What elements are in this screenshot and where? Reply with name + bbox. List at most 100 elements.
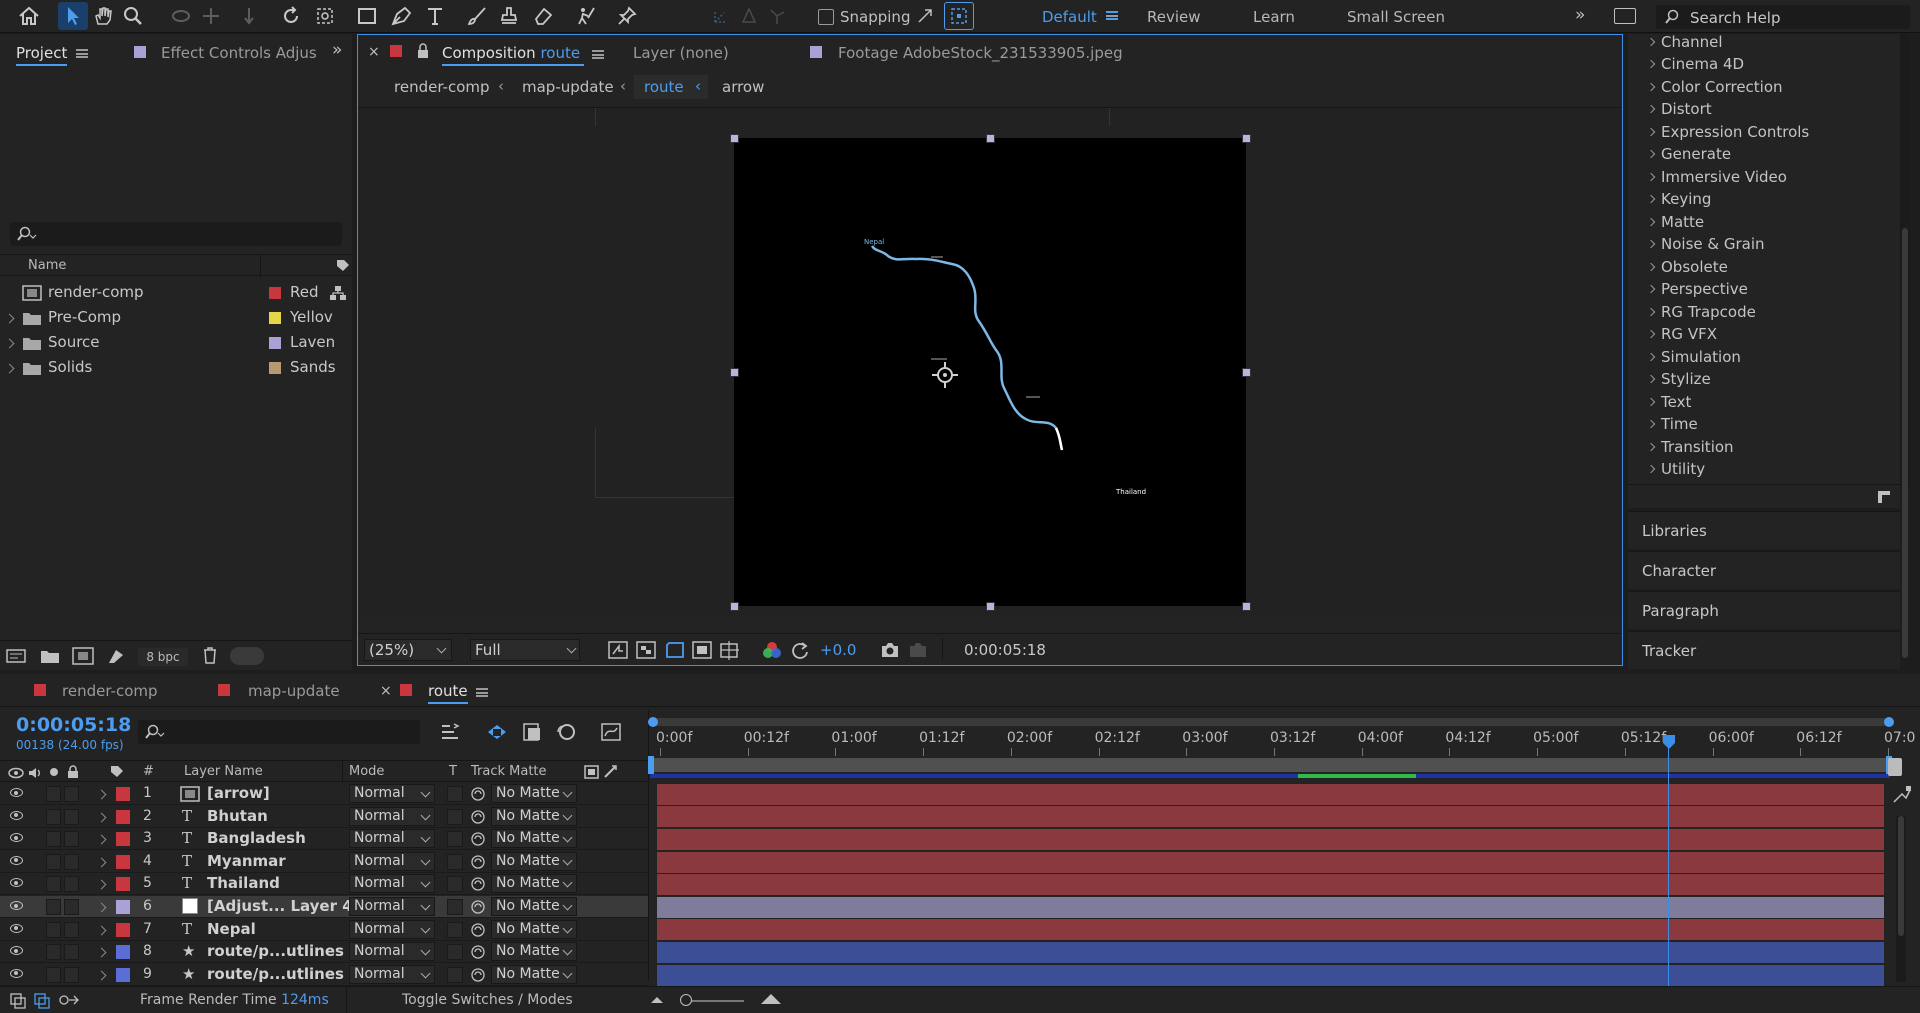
- effect-category[interactable]: Channel: [1646, 33, 1723, 51]
- expand-chevron-icon[interactable]: [4, 313, 15, 324]
- effect-category[interactable]: Immersive Video: [1646, 168, 1787, 186]
- tracker-panel-header[interactable]: Tracker: [1628, 631, 1900, 669]
- timeline-zoom-end-icon[interactable]: [1888, 758, 1902, 776]
- effect-category[interactable]: Expression Controls: [1646, 123, 1809, 141]
- effect-category[interactable]: Stylize: [1646, 370, 1711, 388]
- show-snapshot-icon[interactable]: [908, 641, 928, 659]
- effect-category[interactable]: Time: [1646, 415, 1698, 433]
- snapshot-camera-icon[interactable]: [880, 641, 900, 659]
- new-composition-icon[interactable]: [72, 647, 94, 665]
- layer-duration-bar[interactable]: [657, 783, 1884, 805]
- reset-exposure-icon[interactable]: [790, 641, 810, 659]
- tab-footage[interactable]: Footage AdobeStock_231533905.jpeg: [838, 44, 1123, 62]
- tab-effect-controls[interactable]: Effect Controls Adjus: [161, 44, 317, 62]
- layer-switches-icon[interactable]: [10, 993, 26, 1009]
- effect-category[interactable]: Distort: [1646, 100, 1712, 118]
- label-swatch[interactable]: [269, 337, 281, 349]
- breadcrumb-arrow[interactable]: arrow: [722, 78, 764, 96]
- rectangle-tool-icon[interactable]: [352, 2, 382, 30]
- hand-tool-icon[interactable]: [88, 2, 118, 30]
- transform-handle[interactable]: [1242, 602, 1251, 611]
- workspace-small-screen[interactable]: Small Screen: [1347, 8, 1445, 26]
- zoom-in-icon[interactable]: [760, 993, 782, 1005]
- view-axis-mode-icon[interactable]: [762, 2, 792, 30]
- column-t[interactable]: T: [449, 764, 457, 779]
- expand-chevron-icon[interactable]: [4, 363, 15, 374]
- zoom-tool-icon[interactable]: [118, 2, 148, 30]
- workspace-review[interactable]: Review: [1147, 8, 1201, 26]
- composition-frame[interactable]: Nepal Thailand: [734, 138, 1246, 606]
- rotation-tool-icon[interactable]: [276, 2, 306, 30]
- panel-overflow-icon[interactable]: »: [332, 40, 342, 60]
- effect-category[interactable]: RG VFX: [1646, 325, 1717, 343]
- exposure-value[interactable]: +0.0: [820, 641, 856, 659]
- layer-duration-bar[interactable]: [657, 874, 1884, 896]
- parent-link-icon[interactable]: [584, 765, 600, 779]
- selection-tool-icon[interactable]: [58, 2, 88, 30]
- snap-feature-icon[interactable]: [944, 2, 974, 30]
- paragraph-panel-header[interactable]: Paragraph: [1628, 591, 1900, 629]
- lock-icon[interactable]: [416, 43, 430, 59]
- effect-category[interactable]: Utility: [1646, 460, 1705, 478]
- anchor-point-icon[interactable]: [930, 360, 960, 390]
- effect-category[interactable]: Text: [1646, 393, 1691, 411]
- transform-handle[interactable]: [986, 134, 995, 143]
- toggle-switches-modes-button[interactable]: Toggle Switches / Modes: [402, 992, 573, 1008]
- guides-grid-icon[interactable]: [720, 640, 740, 660]
- effect-category[interactable]: Generate: [1646, 145, 1731, 163]
- transform-handle[interactable]: [986, 602, 995, 611]
- zoom-slider-track[interactable]: [684, 1000, 744, 1002]
- effects-scrollbar[interactable]: [1900, 34, 1910, 658]
- effect-category[interactable]: Cinema 4D: [1646, 55, 1744, 73]
- column-layer-name[interactable]: Layer Name: [184, 764, 263, 779]
- label-tag-icon[interactable]: [336, 259, 350, 273]
- label-swatch[interactable]: [269, 362, 281, 374]
- effect-category[interactable]: Transition: [1646, 438, 1734, 456]
- clone-stamp-tool-icon[interactable]: [494, 2, 524, 30]
- effect-category[interactable]: Keying: [1646, 190, 1711, 208]
- audio-toggle-icon[interactable]: [27, 766, 43, 780]
- effect-category[interactable]: RG Trapcode: [1646, 303, 1756, 321]
- layer-duration-bar[interactable]: [657, 964, 1884, 986]
- expand-chevron-icon[interactable]: [4, 338, 15, 349]
- brush-tool-icon[interactable]: [462, 2, 492, 30]
- new-preset-icon[interactable]: [1876, 489, 1892, 505]
- anchor-point-tool-icon[interactable]: [310, 2, 340, 30]
- viewer-menu-icon[interactable]: [592, 50, 604, 59]
- transform-handle[interactable]: [1242, 368, 1251, 377]
- in-out-columns-icon[interactable]: [58, 993, 80, 1009]
- effect-category[interactable]: Color Correction: [1646, 78, 1783, 96]
- local-axis-mode-icon[interactable]: [706, 2, 736, 30]
- project-item[interactable]: Solids Sands: [0, 357, 352, 379]
- timeline-vertical-scrollbar[interactable]: [1896, 816, 1906, 982]
- project-item[interactable]: render-comp Red: [0, 282, 352, 304]
- snapping-checkbox[interactable]: [818, 9, 834, 25]
- new-folder-icon[interactable]: [40, 648, 60, 664]
- composition-canvas-area[interactable]: Nepal Thailand: [358, 107, 1621, 619]
- trash-icon[interactable]: [202, 646, 218, 664]
- fast-previews-icon[interactable]: [608, 641, 628, 659]
- search-help-field[interactable]: Search Help: [1656, 5, 1910, 29]
- project-search-input[interactable]: [10, 222, 342, 246]
- column-track-matte[interactable]: Track Matte: [471, 764, 547, 779]
- breadcrumb-render-comp[interactable]: render-comp: [394, 78, 490, 96]
- project-panel-menu-icon[interactable]: [76, 49, 88, 58]
- project-settings-icon[interactable]: [106, 647, 126, 665]
- zoom-out-icon[interactable]: [650, 995, 664, 1005]
- puppet-pin-tool-icon[interactable]: [612, 2, 642, 30]
- roto-brush-tool-icon[interactable]: [572, 2, 602, 30]
- workspace-default[interactable]: Default: [1042, 8, 1097, 26]
- transform-handle[interactable]: [1242, 134, 1251, 143]
- layer-duration-bar[interactable]: [657, 829, 1884, 850]
- label-tag-icon[interactable]: [110, 765, 124, 779]
- effect-category[interactable]: Obsolete: [1646, 258, 1728, 276]
- transform-handle[interactable]: [730, 602, 739, 611]
- snap-edges-icon[interactable]: [910, 2, 940, 30]
- layer-duration-bar[interactable]: [657, 942, 1884, 963]
- pickwhip-icon[interactable]: [603, 765, 617, 779]
- effect-category[interactable]: Matte: [1646, 213, 1704, 231]
- mask-visibility-icon[interactable]: [664, 640, 686, 660]
- resolution-dropdown[interactable]: Full: [470, 639, 580, 661]
- lock-toggle-icon[interactable]: [67, 765, 79, 779]
- transfer-controls-icon[interactable]: [34, 993, 50, 1009]
